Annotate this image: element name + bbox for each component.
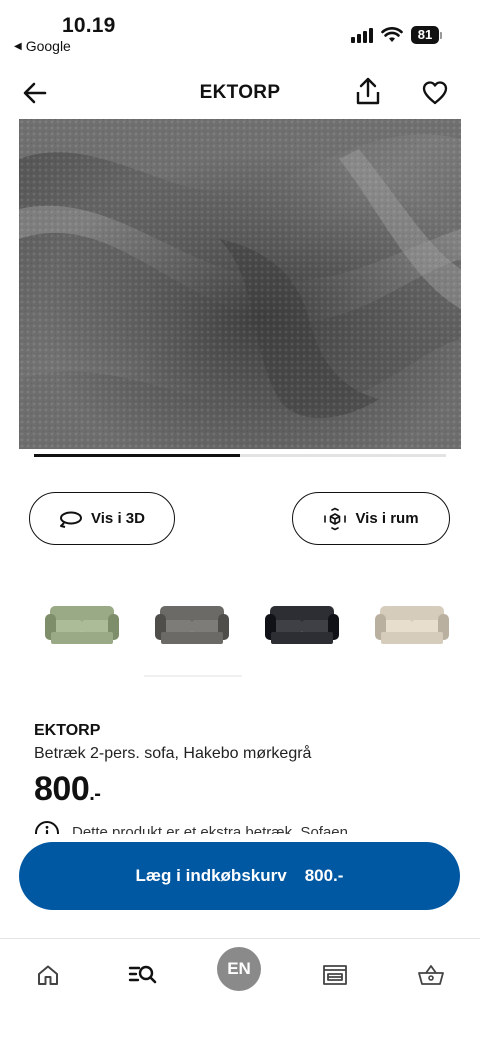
sofa-part	[381, 632, 443, 644]
product-price: 800.-	[34, 770, 101, 809]
battery-level: 81	[411, 26, 439, 44]
sofa-part	[412, 620, 441, 634]
nav-search[interactable]	[121, 953, 165, 997]
back-triangle-icon: ◀	[14, 40, 22, 52]
battery-icon: 81	[411, 26, 442, 44]
nav-store[interactable]	[313, 953, 357, 997]
sofa-part	[163, 620, 192, 634]
view-3d-button[interactable]: Vis i 3D	[29, 492, 175, 545]
product-image[interactable]	[19, 119, 461, 449]
product-name: EKTORP	[34, 722, 101, 739]
store-icon	[323, 965, 347, 985]
nav-home[interactable]	[26, 953, 70, 997]
view-in-room-label: Vis i rum	[355, 510, 419, 527]
fabric-image	[19, 119, 461, 449]
image-carousel-progress	[34, 454, 446, 457]
wifi-icon	[381, 27, 403, 42]
basket-icon	[418, 965, 444, 985]
view-in-room-button[interactable]: Vis i rum	[292, 492, 450, 545]
ar-cube-icon	[324, 507, 347, 530]
add-to-cart-price: 800.-	[304, 866, 344, 885]
share-button[interactable]	[352, 76, 384, 108]
back-to-app-link[interactable]: ◀ Google	[14, 38, 71, 54]
sofa-part	[51, 632, 113, 644]
swatch-black[interactable]	[261, 598, 343, 650]
favorite-button[interactable]	[420, 78, 450, 108]
sofa-thumbnail	[375, 606, 449, 644]
sofa-part	[192, 620, 221, 634]
image-carousel-progress-fill	[34, 454, 240, 457]
search-icon	[128, 965, 157, 984]
price-value: 800	[34, 770, 90, 808]
home-icon	[38, 965, 58, 985]
sofa-part	[302, 620, 331, 634]
product-description: Betræk 2-pers. sofa, Hakebo mørkegrå	[34, 745, 312, 762]
info-text: Dette produkt er et ekstra betræk. Sofae…	[72, 824, 348, 834]
product-info-notice: Dette produkt er et ekstra betræk. Sofae…	[34, 820, 454, 834]
sofa-part	[383, 620, 412, 634]
sofa-thumbnail	[155, 606, 229, 644]
back-app-label: Google	[25, 38, 71, 54]
info-icon	[35, 821, 59, 834]
sofa-part	[271, 632, 333, 644]
swatch-dark-grey[interactable]	[151, 598, 233, 650]
rotate-3d-icon	[60, 511, 83, 528]
swatch-selected-indicator	[144, 675, 242, 677]
sofa-thumbnail	[45, 606, 119, 644]
nav-profile-avatar[interactable]: EN	[217, 947, 261, 991]
swatch-green[interactable]	[41, 598, 123, 650]
nav-basket[interactable]	[409, 953, 453, 997]
add-to-cart-button[interactable]: Læg i indkøbskurv 800.-	[19, 842, 460, 910]
heart-icon	[422, 81, 448, 105]
share-icon	[356, 77, 380, 105]
cellular-signal-icon	[351, 27, 373, 43]
sofa-part	[161, 632, 223, 644]
swatch-beige[interactable]	[371, 598, 453, 650]
status-time: 10.19	[62, 14, 116, 37]
add-to-cart-label: Læg i indkøbskurv	[135, 866, 287, 885]
bottom-navigation: EN	[0, 938, 480, 1041]
page-title: EKTORP	[199, 82, 281, 103]
status-icons: 81	[351, 26, 442, 44]
sofa-thumbnail	[265, 606, 339, 644]
price-suffix: .-	[89, 783, 101, 805]
status-bar: 10.19 ◀ Google 81	[0, 0, 480, 60]
sofa-part	[53, 620, 82, 634]
color-swatches	[0, 598, 480, 658]
product-header: EKTORP	[0, 70, 480, 116]
sofa-part	[82, 620, 111, 634]
sofa-part	[273, 620, 302, 634]
view-3d-label: Vis i 3D	[91, 510, 145, 527]
